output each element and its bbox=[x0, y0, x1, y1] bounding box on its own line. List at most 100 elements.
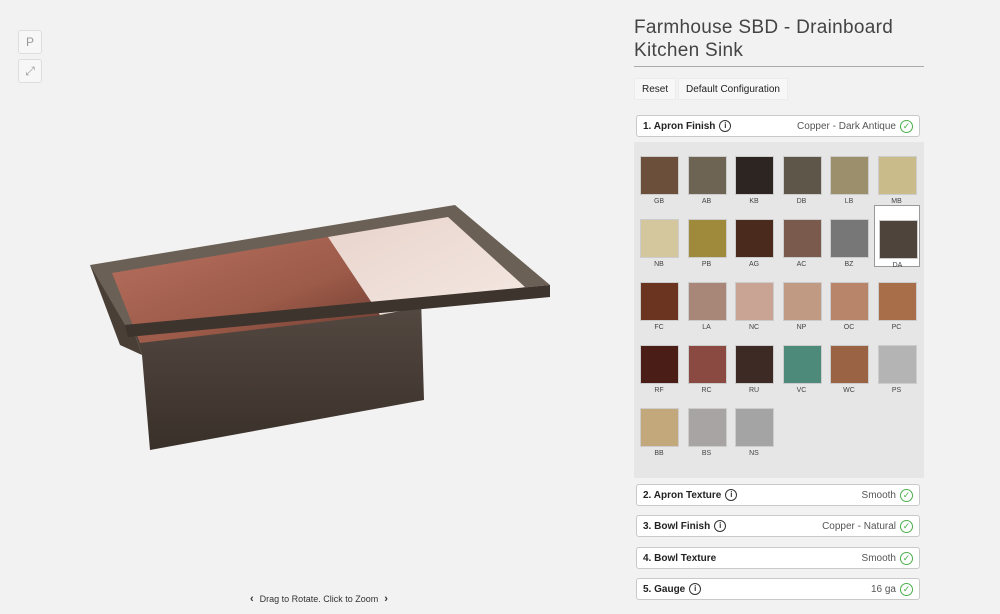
title-line-1: Farmhouse SBD - Drainboard bbox=[634, 17, 894, 38]
swatch-code: MB bbox=[891, 198, 902, 205]
swatch-ns[interactable]: NS bbox=[731, 394, 777, 457]
swatch-chip bbox=[687, 408, 727, 447]
section-bowl-texture[interactable]: 4. Bowl Texture Smooth ✓ bbox=[636, 547, 920, 569]
swatch-chip bbox=[877, 282, 917, 321]
swatch-bz[interactable]: BZ bbox=[826, 205, 872, 268]
swatch-chip bbox=[687, 156, 727, 195]
swatch-code: KB bbox=[749, 198, 759, 205]
swatch-code: FC bbox=[654, 324, 664, 331]
check-icon: ✓ bbox=[900, 551, 913, 565]
swatch-np[interactable]: NP bbox=[779, 268, 825, 331]
swatch-chip bbox=[735, 408, 774, 447]
swatch-code: BZ bbox=[844, 261, 854, 268]
reset-button[interactable]: Reset bbox=[634, 78, 677, 100]
swatch-chip bbox=[782, 156, 822, 195]
swatch-rc[interactable]: RC bbox=[684, 331, 730, 394]
swatch-nc[interactable]: NC bbox=[731, 268, 777, 331]
section-label: 2. Apron Texture bbox=[643, 489, 722, 501]
swatch-bb[interactable]: BB bbox=[636, 394, 682, 457]
expand-icon[interactable]: ⤢ bbox=[18, 59, 42, 83]
swatch-gb[interactable]: GB bbox=[636, 142, 682, 205]
info-icon[interactable]: i bbox=[719, 120, 732, 132]
check-icon: ✓ bbox=[900, 519, 913, 533]
swatch-code: AB bbox=[701, 198, 712, 205]
swatch-chip bbox=[735, 156, 774, 195]
swatch-code: NP bbox=[796, 324, 807, 331]
swatch-ps[interactable]: PS bbox=[874, 331, 920, 394]
swatch-nb[interactable]: NB bbox=[636, 205, 682, 268]
rotate-hint: ‹ Drag to Rotate. Click to Zoom › bbox=[250, 593, 388, 605]
check-icon: ✓ bbox=[900, 582, 913, 596]
swatch-code: GB bbox=[653, 198, 665, 205]
swatch-code: AG bbox=[748, 261, 760, 268]
swatch-la[interactable]: LA bbox=[684, 268, 730, 331]
swatch-code: RU bbox=[748, 387, 760, 394]
swatch-da[interactable]: DA bbox=[873, 205, 920, 269]
swatch-vc[interactable]: VC bbox=[779, 331, 825, 394]
swatch-chip bbox=[830, 219, 869, 258]
check-icon: ✓ bbox=[900, 119, 913, 133]
swatch-chip bbox=[735, 282, 774, 321]
swatch-ag[interactable]: AG bbox=[731, 205, 777, 268]
swatch-chip bbox=[877, 345, 917, 384]
title-line-2: Kitchen Sink bbox=[634, 40, 744, 61]
swatch-ac[interactable]: AC bbox=[779, 205, 825, 268]
info-icon[interactable]: i bbox=[725, 489, 738, 501]
section-apron-texture[interactable]: 2. Apron Texture i Smooth ✓ bbox=[636, 484, 920, 506]
swatch-code: PC bbox=[891, 324, 902, 331]
swatch-chip bbox=[782, 345, 822, 384]
chevron-right-icon[interactable]: › bbox=[384, 593, 388, 605]
swatch-chip bbox=[640, 156, 679, 195]
swatch-code: PB bbox=[701, 261, 712, 268]
swatch-chip bbox=[640, 408, 679, 447]
swatch-chip bbox=[877, 156, 917, 195]
swatch-ab[interactable]: AB bbox=[684, 142, 730, 205]
section-label: 3. Bowl Finish bbox=[643, 520, 711, 532]
swatch-chip bbox=[735, 219, 774, 258]
swatch-chip bbox=[878, 220, 918, 259]
swatch-wc[interactable]: WC bbox=[826, 331, 872, 394]
swatch-lb[interactable]: LB bbox=[826, 142, 872, 205]
swatch-chip bbox=[640, 345, 679, 384]
section-label: 1. Apron Finish bbox=[643, 120, 716, 132]
sink-3d-render[interactable] bbox=[80, 195, 560, 460]
swatch-chip bbox=[687, 282, 727, 321]
swatch-rf[interactable]: RF bbox=[636, 331, 682, 394]
swatch-fc[interactable]: FC bbox=[636, 268, 682, 331]
product-viewer[interactable]: P ⤢ ‹ Drag to Rotate. Click to Zoom › bbox=[0, 0, 620, 614]
check-icon: ✓ bbox=[900, 488, 913, 502]
swatch-code: RC bbox=[701, 387, 712, 394]
rotate-hint-text: Drag to Rotate. Click to Zoom bbox=[259, 594, 379, 604]
swatch-oc[interactable]: OC bbox=[826, 268, 872, 331]
swatch-db[interactable]: DB bbox=[779, 142, 825, 205]
swatch-pc[interactable]: PC bbox=[874, 268, 920, 331]
section-gauge[interactable]: 5. Gauge i 16 ga ✓ bbox=[636, 578, 920, 600]
section-bowl-finish[interactable]: 3. Bowl Finish i Copper - Natural ✓ bbox=[636, 515, 920, 537]
section-apron-finish[interactable]: 1. Apron Finish i Copper - Dark Antique … bbox=[636, 115, 920, 137]
swatch-chip bbox=[640, 282, 679, 321]
default-configuration-button[interactable]: Default Configuration bbox=[678, 78, 788, 100]
swatch-chip bbox=[830, 156, 869, 195]
swatch-pb[interactable]: PB bbox=[684, 205, 730, 268]
finish-swatch-grid: GB AB KB DB LB MB NB PB AG AC BZ DA FC LA NC NP OC PC RF RC… bbox=[634, 142, 924, 478]
swatch-mb[interactable]: MB bbox=[874, 142, 920, 205]
swatch-code: WC bbox=[843, 387, 855, 394]
swatch-bs[interactable]: BS bbox=[684, 394, 730, 457]
section-label: 5. Gauge bbox=[643, 583, 686, 595]
section-value: Smooth bbox=[861, 552, 896, 564]
swatch-code: NS bbox=[749, 450, 759, 457]
title-divider bbox=[634, 66, 924, 67]
swatch-code: LA bbox=[702, 324, 711, 331]
swatch-code: LB bbox=[844, 198, 854, 205]
info-icon[interactable]: i bbox=[689, 583, 702, 595]
pinterest-icon[interactable]: P bbox=[18, 30, 42, 54]
chevron-left-icon[interactable]: ‹ bbox=[250, 593, 254, 605]
swatch-kb[interactable]: KB bbox=[731, 142, 777, 205]
swatch-chip bbox=[782, 282, 822, 321]
swatch-ru[interactable]: RU bbox=[731, 331, 777, 394]
swatch-code: NC bbox=[748, 324, 760, 331]
info-icon[interactable]: i bbox=[714, 520, 727, 532]
section-value: 16 ga bbox=[870, 583, 896, 595]
section-value: Smooth bbox=[861, 489, 896, 501]
swatch-code: NB bbox=[654, 261, 664, 268]
